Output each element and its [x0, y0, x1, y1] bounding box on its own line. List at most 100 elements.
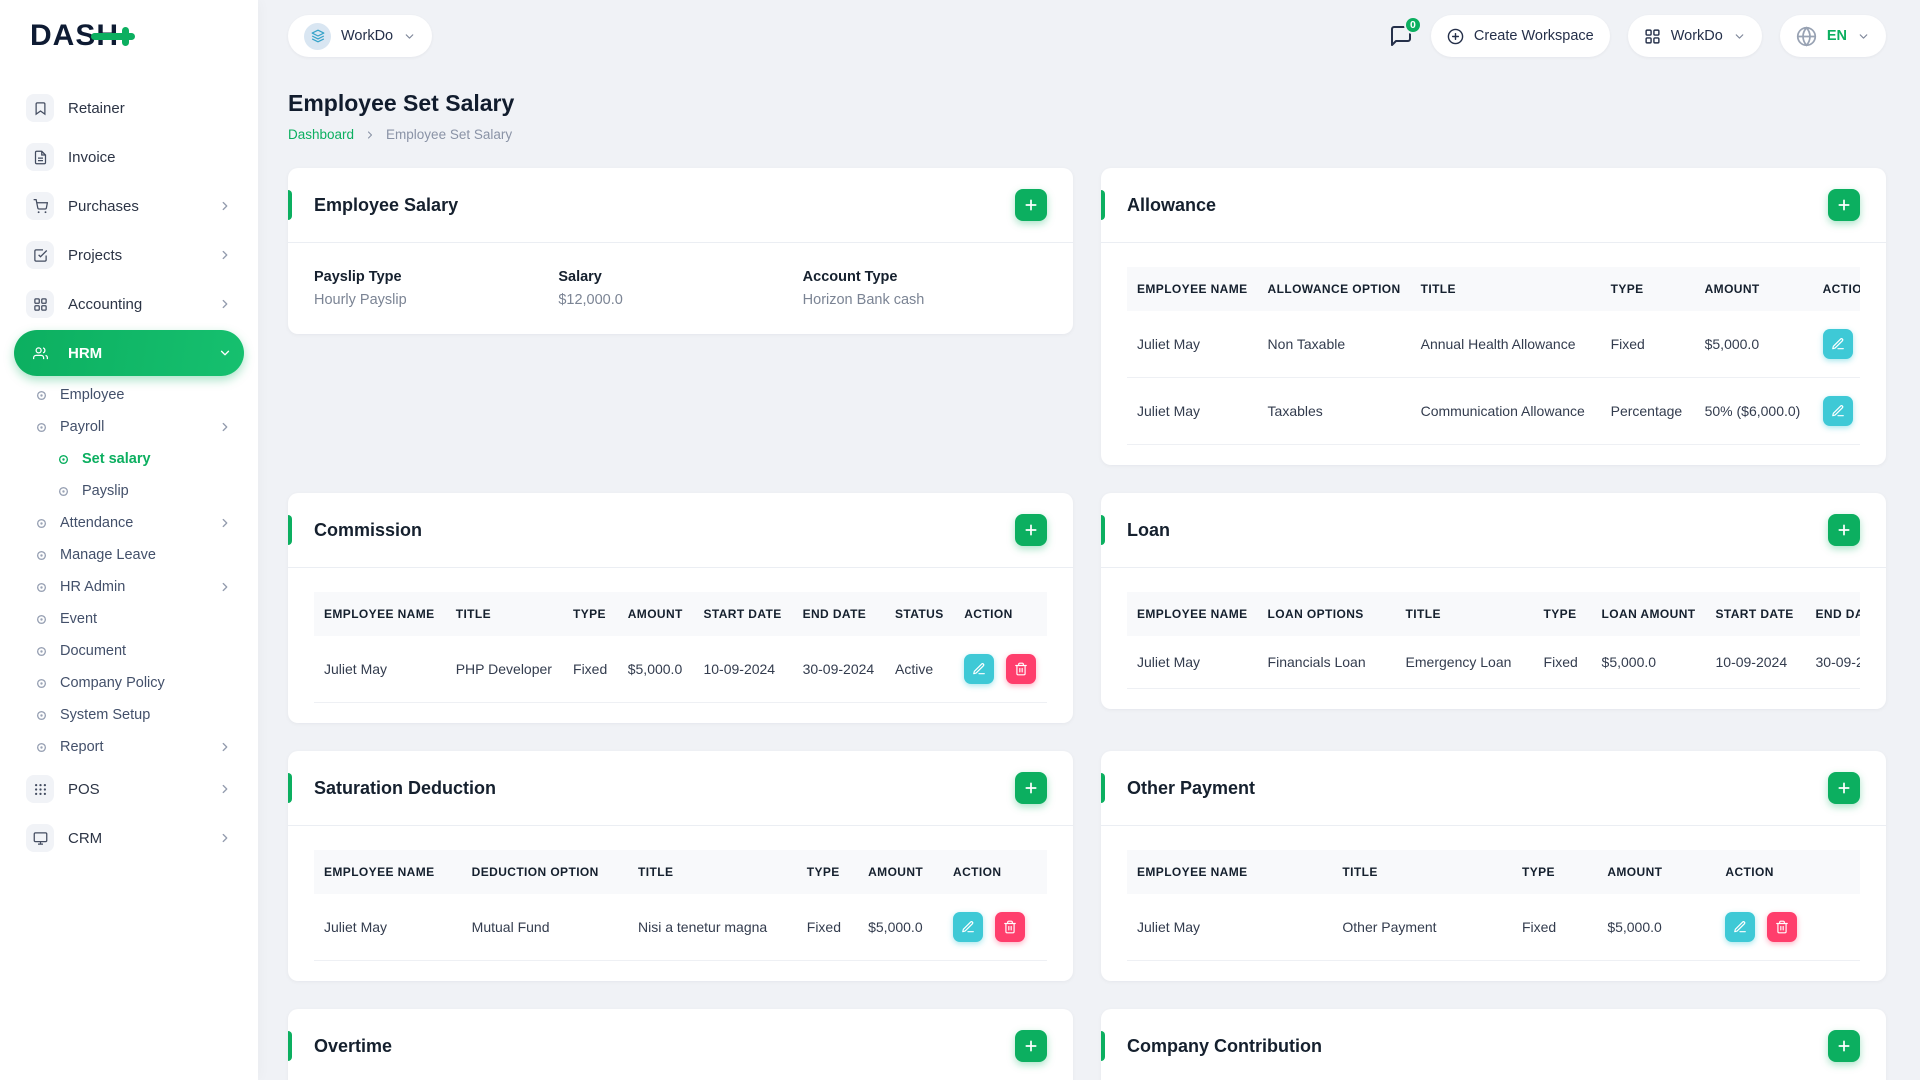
cell-loan-amount: $5,000.0	[1591, 636, 1706, 689]
sidebar-item-event[interactable]: Event	[14, 603, 244, 635]
sidebar-item-hrm[interactable]: HRM	[14, 330, 244, 376]
sidebar-item-company-policy[interactable]: Company Policy	[14, 667, 244, 699]
cell-action	[954, 636, 1047, 703]
card-header: Saturation Deduction	[288, 751, 1073, 826]
add-company-contribution-button[interactable]	[1828, 1030, 1860, 1062]
sidebar-item-system-setup[interactable]: System Setup	[14, 699, 244, 731]
add-commission-button[interactable]	[1015, 514, 1047, 546]
sidebar-item-label: Event	[60, 611, 98, 627]
sidebar-item-report[interactable]: Report	[14, 731, 244, 763]
add-loan-button[interactable]	[1828, 514, 1860, 546]
cell-type: Fixed	[1533, 636, 1592, 689]
edit-button[interactable]	[964, 654, 995, 684]
chevron-right-icon	[218, 580, 232, 594]
column-header: AMOUNT	[1597, 850, 1716, 894]
grid-icon	[1644, 28, 1661, 45]
brand-logo[interactable]: DASH	[30, 19, 136, 53]
sidebar-item-employee[interactable]: Employee	[14, 379, 244, 411]
card-header: Loan	[1101, 493, 1886, 568]
column-header: AMOUNT	[617, 592, 694, 636]
sidebar-item-label: Purchases	[68, 197, 139, 215]
field-value: Hourly Payslip	[314, 292, 407, 308]
sidebar-item-accounting[interactable]: Accounting	[14, 281, 244, 327]
trash-icon	[1775, 920, 1789, 934]
delete-button[interactable]	[994, 912, 1025, 942]
table-row: Juliet May PHP Developer Fixed $5,000.0 …	[314, 636, 1047, 703]
sidebar-item-label: Document	[60, 643, 127, 659]
sidebar-item-set-salary[interactable]: Set salary	[14, 443, 244, 475]
edit-button[interactable]	[1822, 329, 1853, 359]
card-title: Overtime	[314, 1035, 393, 1056]
company-contribution-card: Company Contribution	[1101, 1009, 1886, 1080]
monitor-icon	[26, 824, 54, 852]
card-header: Allowance	[1101, 168, 1886, 243]
messages-button[interactable]: 0	[1389, 16, 1422, 48]
cell-employee-name: Juliet May	[314, 894, 462, 961]
table-row: Juliet May Other Payment Fixed $5,000.0	[1127, 894, 1860, 961]
workdo-menu-button[interactable]: WorkDo	[1627, 15, 1762, 57]
language-selector[interactable]: EN	[1779, 15, 1886, 57]
add-employee-salary-button[interactable]	[1015, 189, 1047, 221]
sidebar-item-retainer[interactable]: Retainer	[14, 85, 244, 131]
sidebar-item-pos[interactable]: POS	[14, 766, 244, 812]
column-header: START DATE	[693, 592, 793, 636]
sidebar-item-invoice[interactable]: Invoice	[14, 134, 244, 180]
edit-button[interactable]	[1725, 912, 1756, 942]
cell-amount: $5,000.0	[617, 636, 694, 703]
cell-type: Fixed	[1511, 894, 1598, 961]
plus-icon	[1836, 780, 1852, 796]
delete-button[interactable]	[1767, 912, 1798, 942]
sidebar-item-label: Accounting	[68, 295, 143, 313]
add-overtime-button[interactable]	[1015, 1030, 1047, 1062]
column-header: AMOUNT	[858, 850, 944, 894]
table-header-row: EMPLOYEE NAME LOAN OPTIONS TITLE TYPE LO…	[1127, 592, 1860, 636]
sidebar-item-payslip[interactable]: Payslip	[14, 475, 244, 507]
sidebar-item-payroll[interactable]: Payroll	[14, 411, 244, 443]
table-row: Juliet May Financials Loan Emergency Loa…	[1127, 636, 1860, 689]
sidebar-item-projects[interactable]: Projects	[14, 232, 244, 278]
table-row: Juliet May Taxables Communication Allowa…	[1127, 377, 1860, 445]
cell-action	[943, 894, 1047, 961]
allowance-table-wrap: EMPLOYEE NAME ALLOWANCE OPTION TITLE TYP…	[1127, 267, 1860, 445]
table-header-row: EMPLOYEE NAME DEDUCTION OPTION TITLE TYP…	[314, 850, 1047, 894]
chevron-right-icon	[364, 129, 376, 141]
card-title: Commission	[314, 519, 423, 540]
sidebar-item-document[interactable]: Document	[14, 635, 244, 667]
edit-button[interactable]	[953, 912, 984, 942]
sidebar-item-crm[interactable]: CRM	[14, 815, 244, 861]
edit-button[interactable]	[1822, 396, 1853, 426]
workspace-selector[interactable]: WorkDo	[288, 15, 433, 57]
table-header-row: EMPLOYEE NAME TITLE TYPE AMOUNT ACTION	[1127, 850, 1860, 894]
sidebar-item-attendance[interactable]: Attendance	[14, 507, 244, 539]
create-workspace-button[interactable]: Create Workspace	[1430, 15, 1610, 57]
main-area: WorkDo 0 Create Workspace WorkDo EN Empl…	[258, 0, 1920, 1080]
card-header: Employee Salary	[288, 168, 1073, 243]
column-header: LOAN OPTIONS	[1257, 592, 1396, 636]
column-header: DEDUCTION OPTION	[461, 850, 629, 894]
pencil-icon	[972, 662, 986, 676]
sidebar-item-hr-admin[interactable]: HR Admin	[14, 571, 244, 603]
column-header: TYPE	[796, 850, 859, 894]
plus-icon	[1023, 522, 1039, 538]
other-payment-table: EMPLOYEE NAME TITLE TYPE AMOUNT ACTION J…	[1127, 850, 1860, 961]
saturation-table: EMPLOYEE NAME DEDUCTION OPTION TITLE TYP…	[314, 850, 1047, 961]
add-allowance-button[interactable]	[1828, 189, 1860, 221]
saturation-table-wrap: EMPLOYEE NAME DEDUCTION OPTION TITLE TYP…	[314, 850, 1047, 961]
sidebar-item-manage-leave[interactable]: Manage Leave	[14, 539, 244, 571]
column-header: END DATE	[792, 592, 885, 636]
plus-icon	[1836, 197, 1852, 213]
sidebar-item-purchases[interactable]: Purchases	[14, 183, 244, 229]
sidebar-item-label: Payroll	[60, 419, 105, 435]
workdo-menu-label: WorkDo	[1670, 28, 1723, 44]
cell-employee-name: Juliet May	[1127, 894, 1333, 961]
card-title: Company Contribution	[1127, 1035, 1322, 1056]
add-other-payment-button[interactable]	[1828, 772, 1860, 804]
breadcrumb-dashboard-link[interactable]: Dashboard	[288, 127, 354, 142]
dots-grid-icon	[26, 775, 54, 803]
sidebar-item-label: Payslip	[82, 483, 129, 499]
delete-button[interactable]	[1006, 654, 1037, 684]
add-saturation-deduction-button[interactable]	[1015, 772, 1047, 804]
allowance-card: Allowance EMPLOYEE NAME ALLOWANCE OPTION…	[1101, 168, 1886, 465]
retainer-icon	[26, 94, 54, 122]
bullet-icon	[36, 422, 47, 433]
